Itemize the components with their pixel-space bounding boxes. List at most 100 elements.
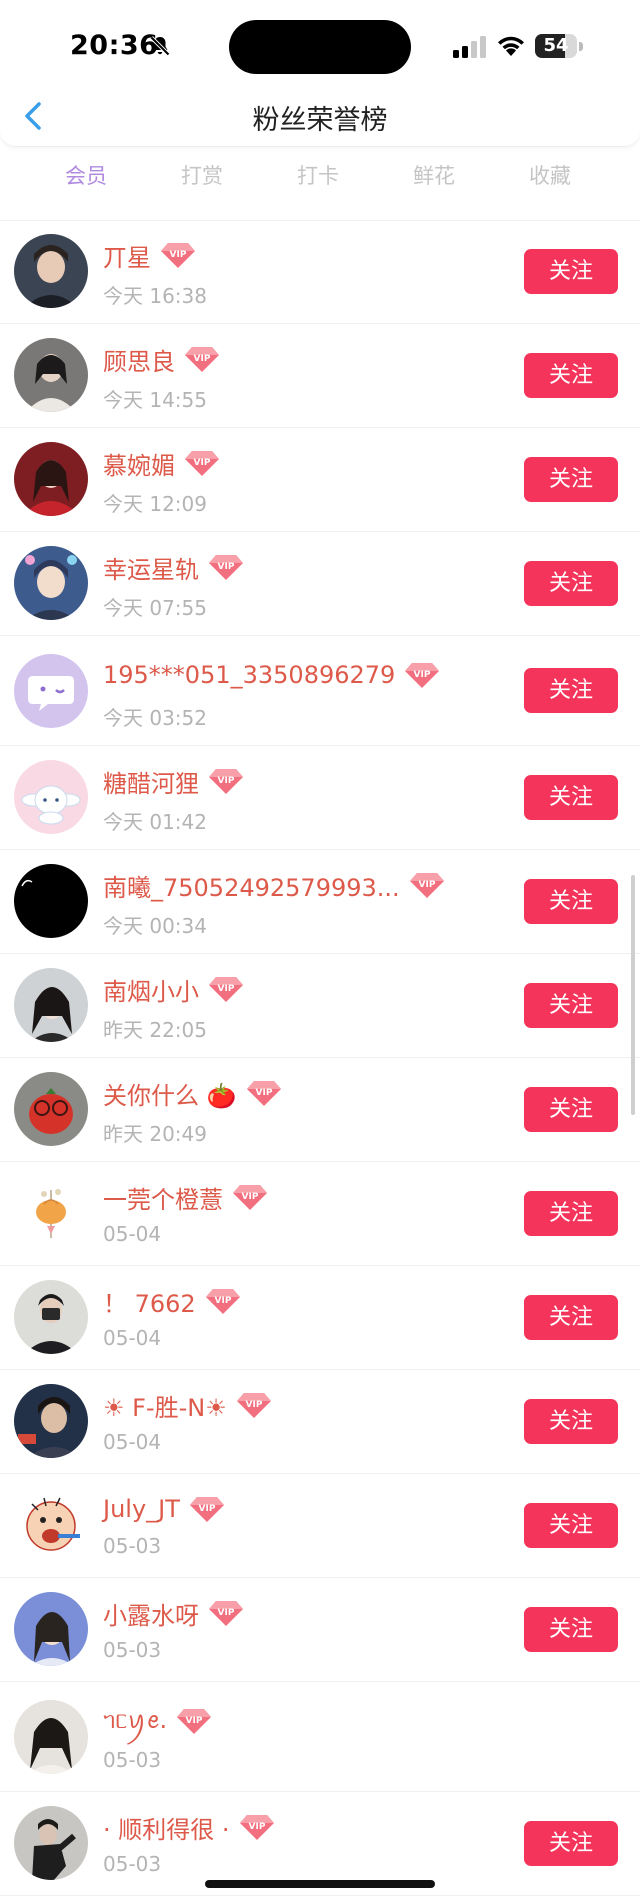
- avatar[interactable]: [14, 546, 88, 620]
- fan-name: ☀ F-胜-N☀: [103, 1393, 227, 1422]
- fan-row[interactable]: 一莞个橙薏 VIP 05-04 关注: [0, 1162, 640, 1266]
- fan-row[interactable]: 关你什么 🍅 VIP 昨天 20:49 关注: [0, 1058, 640, 1162]
- battery-indicator: 54: [535, 34, 583, 58]
- follow-time: 今天 12:09: [103, 492, 207, 516]
- fan-name: 糖醋河狸: [103, 769, 199, 798]
- vip-badge-icon: VIP: [185, 347, 219, 372]
- home-indicator[interactable]: [205, 1880, 435, 1888]
- vip-badge-icon: VIP: [189, 1497, 224, 1522]
- page-title: 粉丝荣誉榜: [252, 105, 388, 136]
- fan-row[interactable]: 小露水呀 VIP 05-03 关注: [0, 1578, 640, 1682]
- avatar[interactable]: [14, 1806, 88, 1880]
- fan-name: ！ 7662: [103, 1289, 196, 1318]
- navigation-bar: 粉丝荣誉榜: [0, 86, 640, 147]
- tab-favorites[interactable]: 收藏: [505, 160, 595, 190]
- vip-badge-icon: VIP: [409, 873, 444, 898]
- follow-button[interactable]: 关注: [524, 1821, 618, 1866]
- fan-row[interactable]: 195***051_3350896279 VIP 今天 03:52 关注: [0, 636, 640, 746]
- avatar[interactable]: [14, 1384, 88, 1458]
- svg-text:VIP: VIP: [418, 880, 435, 890]
- follow-time: 05-04: [103, 1326, 162, 1350]
- follow-time: 今天 01:42: [103, 810, 207, 834]
- follow-button[interactable]: 关注: [524, 457, 618, 502]
- follow-button[interactable]: 关注: [524, 561, 618, 606]
- vip-badge-icon: VIP: [246, 1081, 281, 1106]
- follow-time: 今天 03:52: [103, 706, 207, 730]
- svg-text:VIP: VIP: [245, 1400, 262, 1410]
- follow-button[interactable]: 关注: [524, 1087, 618, 1132]
- avatar[interactable]: [14, 654, 88, 728]
- fan-row[interactable]: 南曦_75052492579993... VIP 今天 00:34 关注: [0, 850, 640, 954]
- follow-time: 昨天 20:49: [103, 1122, 207, 1146]
- vip-badge-icon: VIP: [185, 451, 219, 476]
- scrollbar[interactable]: [631, 875, 635, 1115]
- fan-name: July_JT: [103, 1495, 180, 1523]
- follow-button[interactable]: 关注: [524, 879, 618, 924]
- fan-row[interactable]: 慕婉媚 VIP 今天 12:09 关注: [0, 428, 640, 532]
- svg-text:VIP: VIP: [248, 1822, 265, 1832]
- follow-button[interactable]: 关注: [524, 1295, 618, 1340]
- follow-button[interactable]: 关注: [524, 775, 618, 820]
- fan-row[interactable]: ☀ F-胜-N☀ VIP 05-04 关注: [0, 1370, 640, 1474]
- fan-row[interactable]: July_JT VIP 05-03 关注: [0, 1474, 640, 1578]
- fan-name: · 顺利得很 ·: [103, 1815, 230, 1844]
- tab-rewards[interactable]: 打赏: [157, 160, 247, 190]
- follow-button[interactable]: 关注: [524, 1399, 618, 1444]
- tab-members[interactable]: 会员: [41, 160, 131, 190]
- fan-name: 小露水呀: [103, 1601, 199, 1630]
- avatar[interactable]: [14, 234, 88, 308]
- tab-checkin[interactable]: 打卡: [273, 160, 363, 190]
- fan-name: 顾思良: [103, 347, 175, 376]
- follow-time: 05-03: [103, 1748, 162, 1772]
- avatar[interactable]: [14, 1488, 88, 1562]
- svg-text:VIP: VIP: [218, 776, 235, 786]
- fan-name: 关你什么 🍅: [103, 1081, 237, 1110]
- follow-button[interactable]: 关注: [524, 983, 618, 1028]
- vip-badge-icon: VIP: [161, 243, 195, 268]
- fan-name: 幸运星轨: [103, 555, 199, 584]
- fan-name: ᥐᥴꪗꫀ.: [103, 1705, 168, 1734]
- follow-time: 今天 16:38: [103, 284, 207, 308]
- follow-time: 05-04: [103, 1222, 162, 1246]
- avatar[interactable]: [14, 1072, 88, 1146]
- fan-row[interactable]: 南烟小小 VIP 昨天 22:05 关注: [0, 954, 640, 1058]
- fan-row[interactable]: ！ 7662 VIP 05-04 关注: [0, 1266, 640, 1370]
- svg-text:VIP: VIP: [194, 458, 211, 468]
- fan-name: 195***051_3350896279: [103, 661, 396, 689]
- follow-button[interactable]: 关注: [524, 353, 618, 398]
- avatar[interactable]: [14, 968, 88, 1042]
- avatar[interactable]: [14, 864, 88, 938]
- tab-flowers[interactable]: 鲜花: [389, 160, 479, 190]
- fan-row[interactable]: 丌星 VIP 今天 16:38 关注: [0, 220, 640, 324]
- fan-name: 丌星: [103, 243, 151, 272]
- fan-row[interactable]: 幸运星轨 VIP 今天 07:55 关注: [0, 532, 640, 636]
- vip-badge-icon: VIP: [209, 1601, 243, 1626]
- follow-button[interactable]: 关注: [524, 1191, 618, 1236]
- follow-button[interactable]: 关注: [524, 668, 618, 713]
- avatar[interactable]: [14, 442, 88, 516]
- avatar[interactable]: [14, 760, 88, 834]
- fan-row[interactable]: 糖醋河狸 VIP 今天 01:42 关注: [0, 746, 640, 850]
- svg-text:VIP: VIP: [214, 1296, 231, 1306]
- svg-text:VIP: VIP: [198, 1504, 215, 1514]
- follow-time: 今天 07:55: [103, 596, 207, 620]
- vip-badge-icon: VIP: [405, 663, 440, 688]
- avatar[interactable]: [14, 1592, 88, 1666]
- status-time: 20:36: [70, 30, 159, 61]
- fan-name: 一莞个橙薏: [103, 1185, 223, 1214]
- avatar[interactable]: [14, 1176, 88, 1250]
- vip-badge-icon: VIP: [239, 1815, 274, 1840]
- battery-level: 54: [543, 35, 569, 56]
- fan-row[interactable]: 顾思良 VIP 今天 14:55 关注: [0, 324, 640, 428]
- avatar[interactable]: [14, 1700, 88, 1774]
- follow-button[interactable]: 关注: [524, 1607, 618, 1652]
- dynamic-island: [229, 20, 411, 74]
- bell-off-icon: [150, 36, 170, 56]
- follow-button[interactable]: 关注: [524, 249, 618, 294]
- follow-button[interactable]: 关注: [524, 1503, 618, 1548]
- avatar[interactable]: [14, 1280, 88, 1354]
- avatar[interactable]: [14, 338, 88, 412]
- fan-row[interactable]: ᥐᥴꪗꫀ. VIP 05-03: [0, 1682, 640, 1792]
- fan-name: 南烟小小: [103, 977, 199, 1006]
- follow-time: 今天 00:34: [103, 914, 207, 938]
